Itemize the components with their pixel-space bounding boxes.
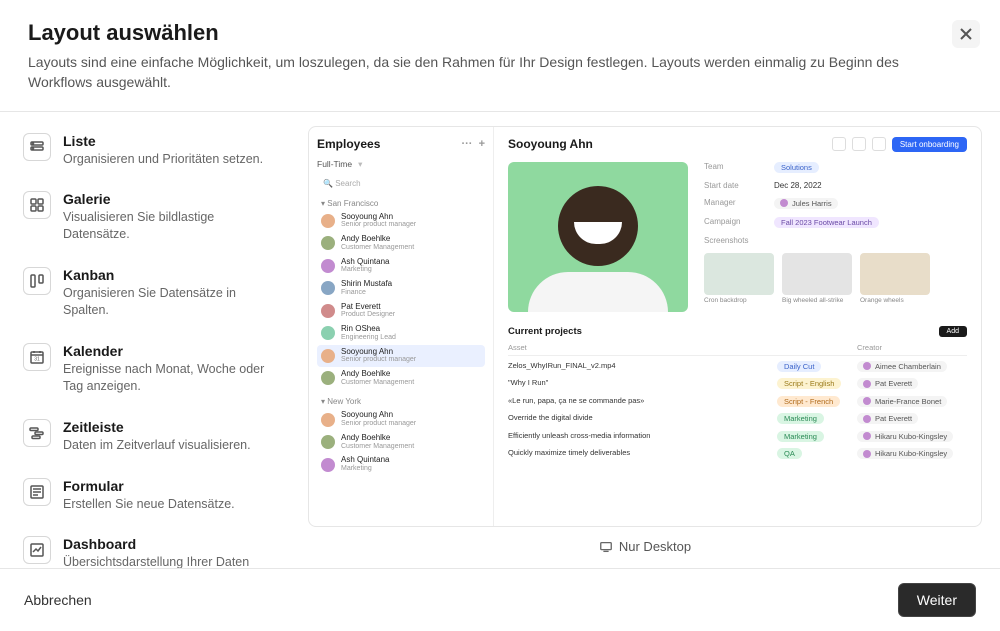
preview-tab: Full-Time bbox=[317, 159, 352, 169]
next-button[interactable]: Weiter bbox=[898, 583, 976, 617]
layout-option-dashboard[interactable]: Dashboard Übersichtsdarstellung Ihrer Dat… bbox=[10, 525, 292, 568]
calendar-icon: 31 bbox=[23, 343, 51, 371]
preview-photo bbox=[508, 162, 688, 312]
timeline-icon bbox=[23, 419, 51, 447]
gallery-icon bbox=[23, 191, 51, 219]
layout-title: Dashboard bbox=[63, 536, 279, 552]
desktop-icon bbox=[599, 540, 613, 554]
list-icon bbox=[23, 133, 51, 161]
page-subtitle: Layouts sind eine einfache Möglichkeit, … bbox=[28, 52, 948, 93]
preview-caption: Nur Desktop bbox=[308, 527, 982, 558]
close-button[interactable] bbox=[952, 20, 980, 48]
layout-desc: Organisieren und Prioritäten setzen. bbox=[63, 151, 279, 168]
preview-group-label: ▾ New York bbox=[317, 397, 485, 406]
layout-option-liste[interactable]: Liste Organisieren und Prioritäten setzen… bbox=[10, 122, 292, 179]
layout-desc: Übersichtsdarstellung Ihrer Daten anhand… bbox=[63, 554, 279, 568]
cancel-button[interactable]: Abbrechen bbox=[24, 592, 92, 608]
preview-record-name: Sooyoung Ahn bbox=[508, 137, 593, 151]
page-title: Layout auswählen bbox=[28, 20, 972, 46]
preview-list-title: Employees bbox=[317, 137, 380, 151]
layout-title: Zeitleiste bbox=[63, 419, 279, 435]
modal-footer: Abbrechen Weiter bbox=[0, 568, 1000, 631]
form-icon bbox=[23, 478, 51, 506]
close-icon bbox=[959, 27, 973, 41]
layout-title: Liste bbox=[63, 133, 279, 149]
layout-title: Formular bbox=[63, 478, 279, 494]
kanban-icon bbox=[23, 267, 51, 295]
dashboard-icon bbox=[23, 536, 51, 564]
layout-option-zeitleiste[interactable]: Zeitleiste Daten im Zeitverlauf visualisi… bbox=[10, 408, 292, 465]
modal-body: Liste Organisieren und Prioritäten setzen… bbox=[0, 112, 1000, 568]
preview-search: 🔍 Search bbox=[317, 176, 485, 191]
layout-option-formular[interactable]: Formular Erstellen Sie neue Datensätze. bbox=[10, 467, 292, 524]
preview-cta: Start onboarding bbox=[892, 137, 967, 152]
modal-header: Layout auswählen Layouts sind eine einfa… bbox=[0, 0, 1000, 112]
preview-sidebar: Employees··· + Full-Time▾ 🔍 Search ▾ San… bbox=[309, 127, 494, 526]
layout-option-kanban[interactable]: Kanban Organisieren Sie Datensätze in Spa… bbox=[10, 256, 292, 330]
layout-title: Kanban bbox=[63, 267, 279, 283]
layout-desc: Organisieren Sie Datensätze in Spalten. bbox=[63, 285, 279, 319]
layout-option-kalender[interactable]: 31 Kalender Ereignisse nach Monat, Woche … bbox=[10, 332, 292, 406]
preview-image: Employees··· + Full-Time▾ 🔍 Search ▾ San… bbox=[308, 126, 982, 527]
layout-list: Liste Organisieren und Prioritäten setzen… bbox=[0, 112, 298, 568]
layout-desc: Erstellen Sie neue Datensätze. bbox=[63, 496, 279, 513]
layout-title: Galerie bbox=[63, 191, 279, 207]
svg-text:31: 31 bbox=[34, 356, 40, 362]
preview-group-label: ▾ San Francisco bbox=[317, 199, 485, 208]
layout-desc: Daten im Zeitverlauf visualisieren. bbox=[63, 437, 279, 454]
preview-detail: Sooyoung Ahn Start onboarding TeamSoluti… bbox=[494, 127, 981, 526]
preview-add-icon: ··· + bbox=[461, 138, 485, 150]
layout-desc: Visualisieren Sie bildlastige Datensätze… bbox=[63, 209, 279, 243]
layout-title: Kalender bbox=[63, 343, 279, 359]
layout-preview: Employees··· + Full-Time▾ 🔍 Search ▾ San… bbox=[298, 112, 1000, 568]
layout-desc: Ereignisse nach Monat, Woche oder Tag an… bbox=[63, 361, 279, 395]
layout-option-galerie[interactable]: Galerie Visualisieren Sie bildlastige Dat… bbox=[10, 180, 292, 254]
